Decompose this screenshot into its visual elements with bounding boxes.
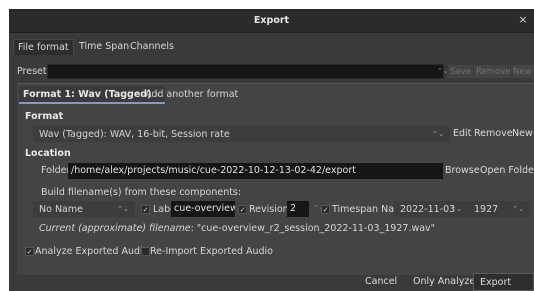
tab-file-format[interactable]: File format	[13, 39, 74, 55]
analyze-label: Analyze Exported Audio	[35, 246, 149, 257]
folder-path-field[interactable]: /home/alex/projects/music/cue-2022-10-12…	[68, 163, 443, 179]
preset-combo[interactable]	[47, 64, 444, 79]
current-filename-label: Current (approximate) filename	[39, 223, 191, 234]
preset-row: Preset ⌃⌄ Save Remove New	[9, 64, 534, 80]
cancel-button[interactable]: Cancel	[359, 273, 403, 291]
preset-label: Preset	[17, 66, 47, 77]
format-remove-button[interactable]: Remove	[472, 126, 515, 142]
revision-check-label: Revision:	[249, 204, 292, 215]
chevron-updown-icon: ⌃⌄	[450, 205, 462, 213]
window-title: Export	[253, 15, 290, 26]
reimport-label: Re-Import Exported Audio	[150, 246, 273, 257]
chevron-updown-icon: ⌃⌄	[117, 205, 129, 213]
browse-button[interactable]: Browse	[443, 163, 482, 179]
current-filename-value: : "cue-overview_r2_session_2022-11-03_19…	[190, 223, 436, 234]
preset-save-button[interactable]: Save	[447, 64, 474, 79]
format-select[interactable]: Wav (Tagged): WAV, 16-bit, Session rate …	[33, 126, 450, 142]
open-folder-button[interactable]: Open Folder	[478, 163, 534, 179]
time-format-value: 1927	[474, 204, 499, 215]
chevron-updown-icon: ⌃⌄	[432, 130, 444, 138]
preset-remove-button[interactable]: Remove	[473, 64, 514, 79]
format-heading: Format	[25, 111, 64, 122]
export-dialog: Export × File format Time Span Channels …	[9, 9, 534, 291]
build-filename-label: Build filename(s) from these components:	[41, 187, 242, 198]
format-new-button[interactable]: New	[510, 126, 534, 142]
label-checkbox[interactable]: ✓	[141, 205, 150, 214]
tab-time-span[interactable]: Time Span	[75, 39, 133, 55]
add-format-tab[interactable]: Add another format	[141, 86, 242, 104]
time-format-select[interactable]: 1927 ⌃⌄	[468, 201, 530, 217]
format-select-value: Wav (Tagged): WAV, 16-bit, Session rate	[39, 129, 230, 140]
current-filename: Current (approximate) filename: "cue-ove…	[39, 223, 435, 234]
format-panel: Format 1: Wav (Tagged) × Add another form…	[17, 83, 534, 275]
format-tab-label: Format 1: Wav (Tagged)	[23, 89, 152, 100]
reimport-checkbox[interactable]	[141, 247, 150, 256]
export-button[interactable]: Export	[473, 273, 534, 291]
date-format-select[interactable]: 2022-11-03 ⌃⌄	[394, 201, 468, 217]
location-heading: Location	[25, 148, 71, 159]
name-select-value: No Name	[39, 204, 83, 215]
preset-new-button[interactable]: New	[510, 64, 534, 79]
date-format-value: 2022-11-03	[400, 204, 456, 215]
analyze-checkbox[interactable]: ✓	[25, 247, 34, 256]
tab-channels[interactable]: Channels	[126, 39, 178, 55]
close-icon[interactable]: ×	[516, 13, 530, 27]
revision-checkbox[interactable]: ✓	[238, 205, 247, 214]
title-bar: Export ×	[9, 9, 534, 33]
label-field[interactable]: cue-overview	[171, 201, 235, 217]
only-analyze-button[interactable]: Only Analyze	[407, 273, 481, 291]
timespan-checkbox[interactable]: ✓	[321, 205, 330, 214]
format-edit-button[interactable]: Edit	[451, 126, 473, 142]
revision-field[interactable]: 2	[287, 201, 309, 217]
chevron-updown-icon: ⌃⌄	[512, 205, 524, 213]
name-select[interactable]: No Name ⌃⌄	[33, 201, 135, 217]
